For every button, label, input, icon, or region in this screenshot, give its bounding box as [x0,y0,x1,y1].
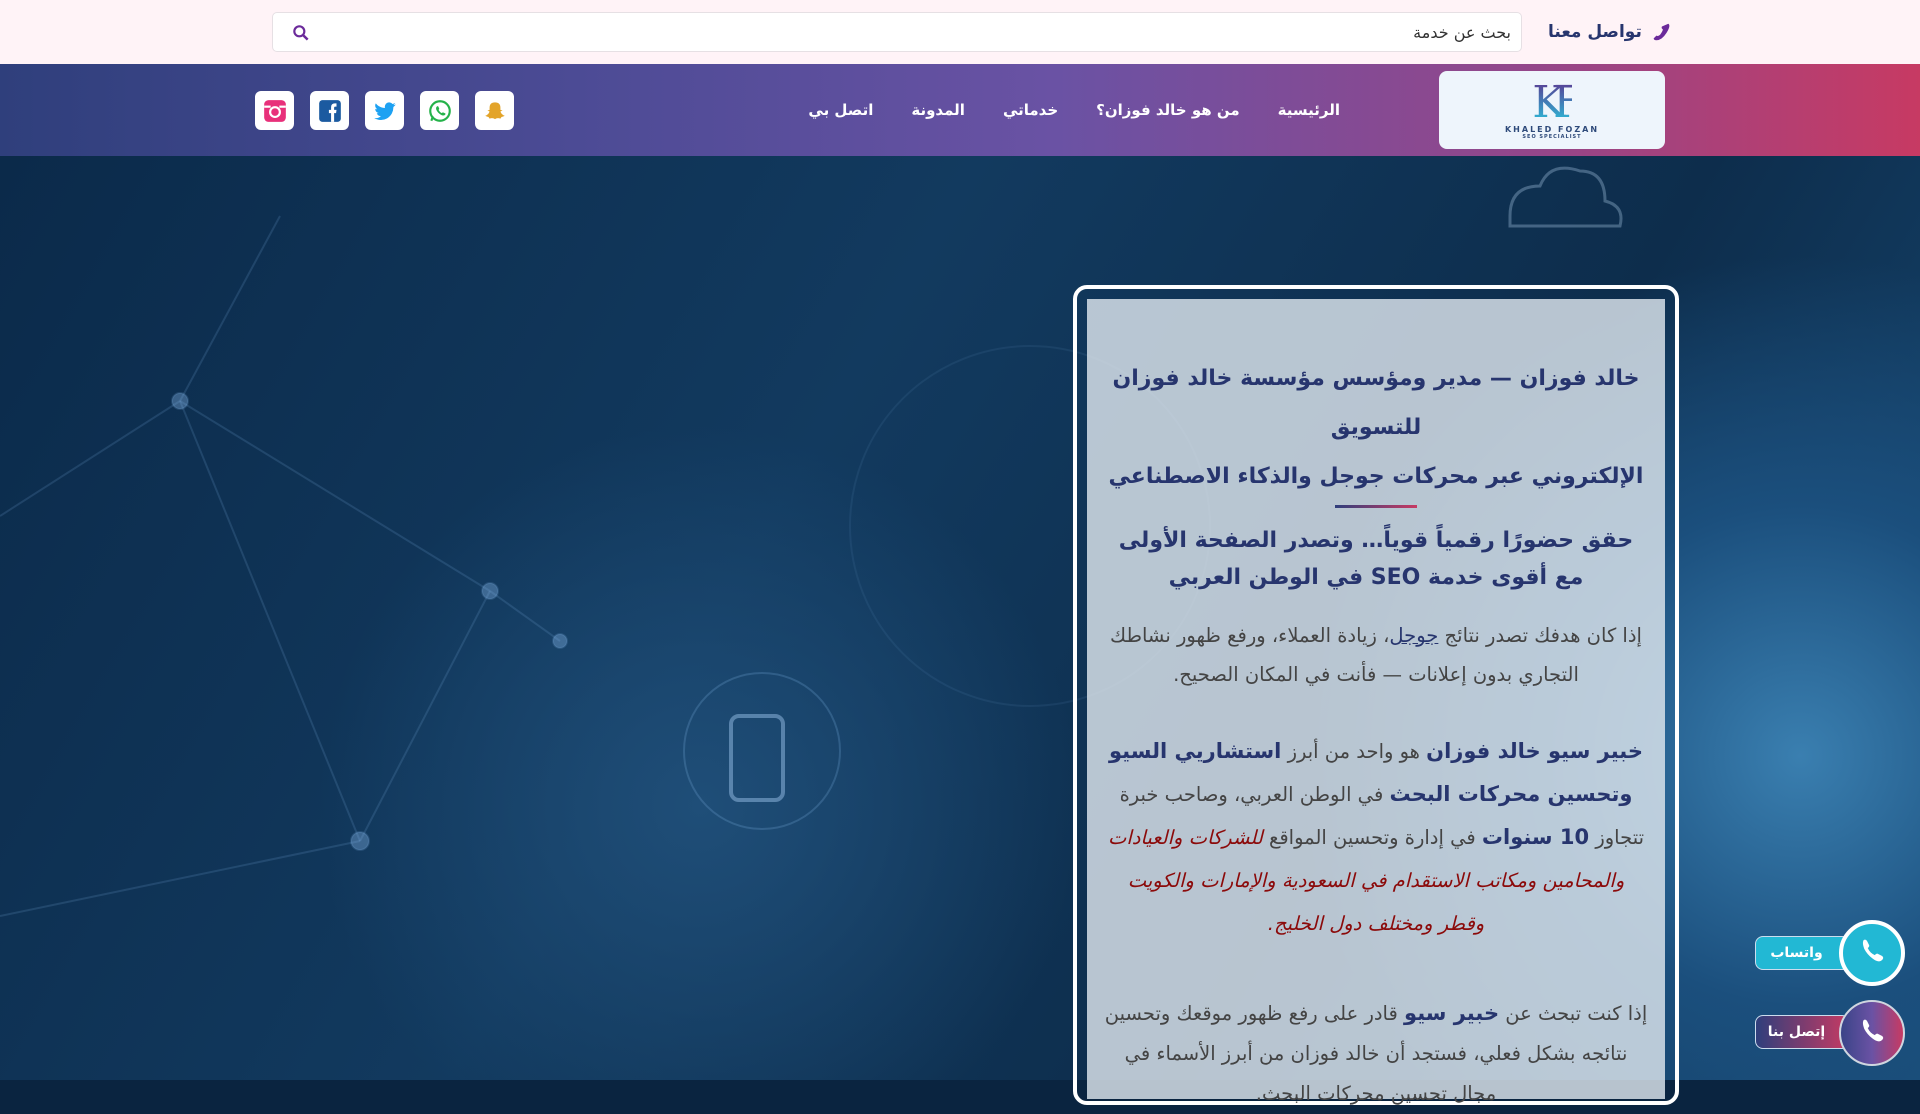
nav-item-home[interactable]: الرئيسية [1278,101,1340,119]
whatsapp-label: واتساب [1755,936,1850,970]
text: إذا كان هدفك تصدر نتائج [1438,624,1642,647]
logo-name: KHALED FOZAN [1504,124,1600,134]
text: إذا كنت تبحث عن [1499,1002,1648,1025]
bold-text: خبير سيو [1404,1001,1500,1025]
search-icon[interactable] [291,23,311,43]
search-input[interactable] [361,13,1511,51]
expert-paragraph: خبير سيو خالد فوزان هو واحد من أبرز استش… [1103,730,1649,945]
whatsapp-icon [1839,920,1905,986]
nav-item-blog[interactable]: المدونة [911,101,965,119]
nav-item-services[interactable]: خدماتي [1003,101,1058,119]
logo-tagline: SEO SPECIALIST [1522,133,1582,140]
google-link[interactable]: جوجل [1389,624,1438,647]
call-float-button[interactable]: إتصل بنا [1755,1000,1905,1070]
whatsapp-float-button[interactable]: واتساب [1755,920,1905,990]
bold-text: خبير سيو خالد فوزان [1426,739,1644,763]
whatsapp-icon[interactable] [420,91,459,130]
twitter-icon[interactable] [365,91,404,130]
phone-icon [1839,1000,1905,1066]
nav-item-about[interactable]: من هو خالد فوزان؟ [1096,101,1240,119]
snapchat-icon[interactable] [475,91,514,130]
call-label: إتصل بنا [1755,1015,1850,1049]
top-bar: تواصل معنا [0,0,1920,64]
text: هو واحد من أبرز [1281,740,1427,763]
card-subtitle: حقق حضورًا رقمياً قوياً… وتصدر الصفحة ال… [1118,528,1634,590]
card-title-line1: خالد فوزان — مدير ومؤسس مؤسسة خالد فوزان… [1112,366,1640,440]
social-links [255,91,514,130]
nav-menu: الرئيسية من هو خالد فوزان؟ خدماتي المدون… [808,64,1340,156]
bold-text: 10 سنوات [1481,825,1590,849]
contact-link[interactable]: تواصل معنا [1548,18,1672,46]
logo[interactable]: KF KHALED FOZAN SEO SPECIALIST [1439,71,1665,149]
logo-mark: KF [1532,76,1584,128]
title-divider [1335,505,1417,508]
contact-label: تواصل معنا [1548,22,1642,42]
nav-item-contact[interactable]: اتصل بي [808,101,873,119]
card-title-line2: الإلكتروني عبر محركات جوجل والذكاء الاصط… [1108,464,1644,489]
card-title: خالد فوزان — مدير ومؤسس مؤسسة خالد فوزان… [1103,354,1649,501]
search-paragraph: إذا كنت تبحث عن خبير سيو قادر على رفع ظه… [1103,993,1649,1114]
main-nav: KF KHALED FOZAN SEO SPECIALIST الرئيسية … [0,64,1920,156]
text: في إدارة وتحسين المواقع [1262,826,1482,849]
intro-card: خالد فوزان — مدير ومؤسس مؤسسة خالد فوزان… [1087,299,1665,1105]
instagram-icon[interactable] [255,91,294,130]
search-box[interactable] [272,12,1522,52]
phone-icon [1653,23,1670,41]
facebook-icon[interactable] [310,91,349,130]
intro-paragraph: إذا كان هدفك تصدر نتائج جوجل، زيادة العم… [1103,616,1649,694]
